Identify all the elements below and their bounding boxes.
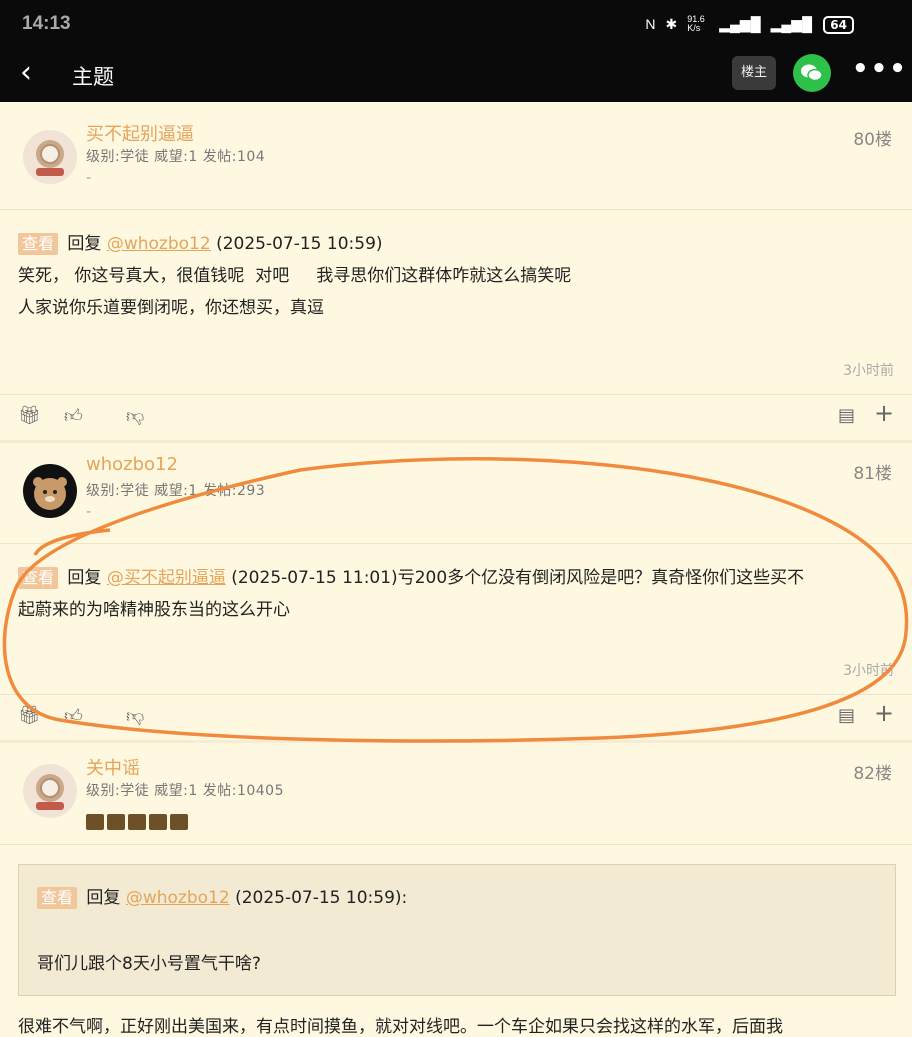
mention-link[interactable]: @买不起别逼逼: [107, 568, 226, 588]
view-tag[interactable]: 查看: [18, 233, 59, 255]
signal-icon: ▂▄▆█: [719, 15, 761, 32]
user-signature: -: [86, 170, 92, 186]
badge-icon: [86, 814, 104, 830]
username[interactable]: 买不起别逼逼: [86, 120, 194, 146]
avatar[interactable]: [23, 464, 77, 518]
reply-time: (2025-07-15 10:59): [216, 234, 383, 254]
post-header: 买不起别逼逼 级别:学徒 威望:1 发帖:104 - 80楼: [0, 110, 912, 210]
page-title: 主题: [72, 65, 114, 89]
post-actions: 🎁︎ 👍︎ 👎︎ ▤ +: [0, 394, 912, 438]
avatar[interactable]: [23, 764, 77, 818]
post-body: 查看 回复 @whozbo12 (2025-07-15 10:59) 笑死， 你…: [18, 228, 898, 324]
bluetooth-icon: ✱: [665, 15, 678, 32]
user-level: 级别:学徒 威望:1 发帖:293: [86, 483, 266, 499]
like-icon[interactable]: 👍︎: [64, 405, 83, 427]
dislike-icon[interactable]: 👎︎: [126, 705, 144, 727]
floor-number: 81楼: [853, 464, 892, 484]
reply-word: 回复: [67, 568, 102, 588]
post-text-line: 起蔚来的为啥精神股东当的这么开心: [18, 600, 290, 620]
post-text-line: 人家说你乐道要倒闭呢，你还想买，真逗: [18, 298, 324, 318]
quote-reply-line: 查看 回复 @whozbo12 (2025-07-15 10:59):: [37, 885, 407, 911]
reply-line: 查看 回复 @买不起别逼逼 (2025-07-15 11:01)亏200多个亿没…: [18, 562, 898, 594]
app-header: ‹ 主题 楼主 •••: [0, 50, 912, 102]
post-time: 3小时前: [843, 663, 894, 679]
nfc-icon: N: [645, 16, 656, 32]
wechat-icon: [801, 64, 823, 82]
post-80: 买不起别逼逼 级别:学徒 威望:1 发帖:104 - 80楼 查看 回复 @wh…: [0, 110, 912, 440]
reply-word: 回复: [67, 234, 102, 254]
mention-link[interactable]: @whozbo12: [126, 888, 230, 908]
comment-icon[interactable]: ▤: [838, 405, 855, 426]
floor-number: 80楼: [853, 130, 892, 150]
gift-icon[interactable]: 🎁︎: [18, 705, 41, 726]
post-82: 关中谣 级别:学徒 威望:1 发帖:10405 82楼 查看 回复 @whozb…: [0, 744, 912, 1037]
username[interactable]: whozbo12: [86, 454, 178, 475]
view-tag[interactable]: 查看: [37, 887, 78, 909]
post-actions: 🎁︎ 👍︎ 👎︎ ▤ +: [0, 694, 912, 738]
badge-icon: [107, 814, 125, 830]
user-level: 级别:学徒 威望:1 发帖:10405: [86, 783, 284, 799]
divider: [0, 844, 912, 845]
reply-time: (2025-07-15 11:01)亏200多个亿没有倒闭风险是吧？真奇怪你们这…: [231, 568, 805, 588]
add-icon[interactable]: +: [874, 699, 894, 727]
reply-line: 查看 回复 @whozbo12 (2025-07-15 10:59): [18, 228, 898, 260]
badge-icon: [128, 814, 146, 830]
badge-icon: [149, 814, 167, 830]
post-body: 查看 回复 @买不起别逼逼 (2025-07-15 11:01)亏200多个亿没…: [18, 562, 898, 626]
more-icon[interactable]: •••: [852, 54, 908, 84]
divider: [0, 440, 912, 443]
post-text-line: 很难不气啊，正好刚出美国来，有点时间摸鱼，就对对线吧。一个车企如果只会找这样的水…: [18, 1017, 783, 1037]
default-avatar-icon: [36, 140, 64, 176]
add-icon[interactable]: +: [874, 399, 894, 427]
post-time: 3小时前: [843, 363, 894, 379]
status-icons: N ✱ 91.6 K/s ▂▄▆█ ▂▄▆█: [645, 15, 812, 33]
bear-avatar-icon: [33, 477, 67, 510]
user-signature: -: [86, 504, 92, 520]
quote-text: 哥们儿跟个8天小号置气干啥?: [37, 954, 261, 974]
post-header: 关中谣 级别:学徒 威望:1 发帖:10405 82楼: [0, 744, 912, 844]
default-avatar-icon: [36, 774, 64, 810]
back-icon[interactable]: ‹: [20, 58, 32, 88]
mention-link[interactable]: @whozbo12: [107, 234, 211, 254]
username[interactable]: 关中谣: [86, 754, 140, 780]
dislike-icon[interactable]: 👎︎: [126, 405, 144, 427]
post-header: whozbo12 级别:学徒 威望:1 发帖:293 - 81楼: [0, 444, 912, 544]
signal-icon-2: ▂▄▆█: [770, 15, 812, 32]
user-badges: [86, 814, 188, 830]
gift-icon[interactable]: 🎁︎: [18, 405, 41, 426]
badge-icon: [170, 814, 188, 830]
battery-level: 64: [823, 16, 854, 34]
only-op-button[interactable]: 楼主: [732, 56, 776, 90]
divider: [0, 740, 912, 743]
avatar[interactable]: [23, 130, 77, 184]
like-icon[interactable]: 👍︎: [64, 705, 83, 727]
comment-icon[interactable]: ▤: [838, 705, 855, 726]
view-tag[interactable]: 查看: [18, 567, 59, 589]
reply-time: (2025-07-15 10:59):: [235, 888, 408, 908]
post-81: whozbo12 级别:学徒 威望:1 发帖:293 - 81楼 查看 回复 @…: [0, 444, 912, 740]
user-level: 级别:学徒 威望:1 发帖:104: [86, 149, 266, 165]
floor-number: 82楼: [853, 764, 892, 784]
quote-block: 查看 回复 @whozbo12 (2025-07-15 10:59): 哥们儿跟…: [18, 864, 896, 996]
post-text-line: 笑死， 你这号真大，很值钱呢 对吧 我寻思你们这群体咋就这么搞笑呢: [18, 266, 572, 286]
status-bar: 14:13 N ✱ 91.6 K/s ▂▄▆█ ▂▄▆█ 64: [0, 0, 912, 50]
reply-word: 回复: [86, 888, 121, 908]
net-speed: 91.6 K/s: [687, 14, 705, 33]
wechat-share-button[interactable]: [793, 54, 831, 92]
